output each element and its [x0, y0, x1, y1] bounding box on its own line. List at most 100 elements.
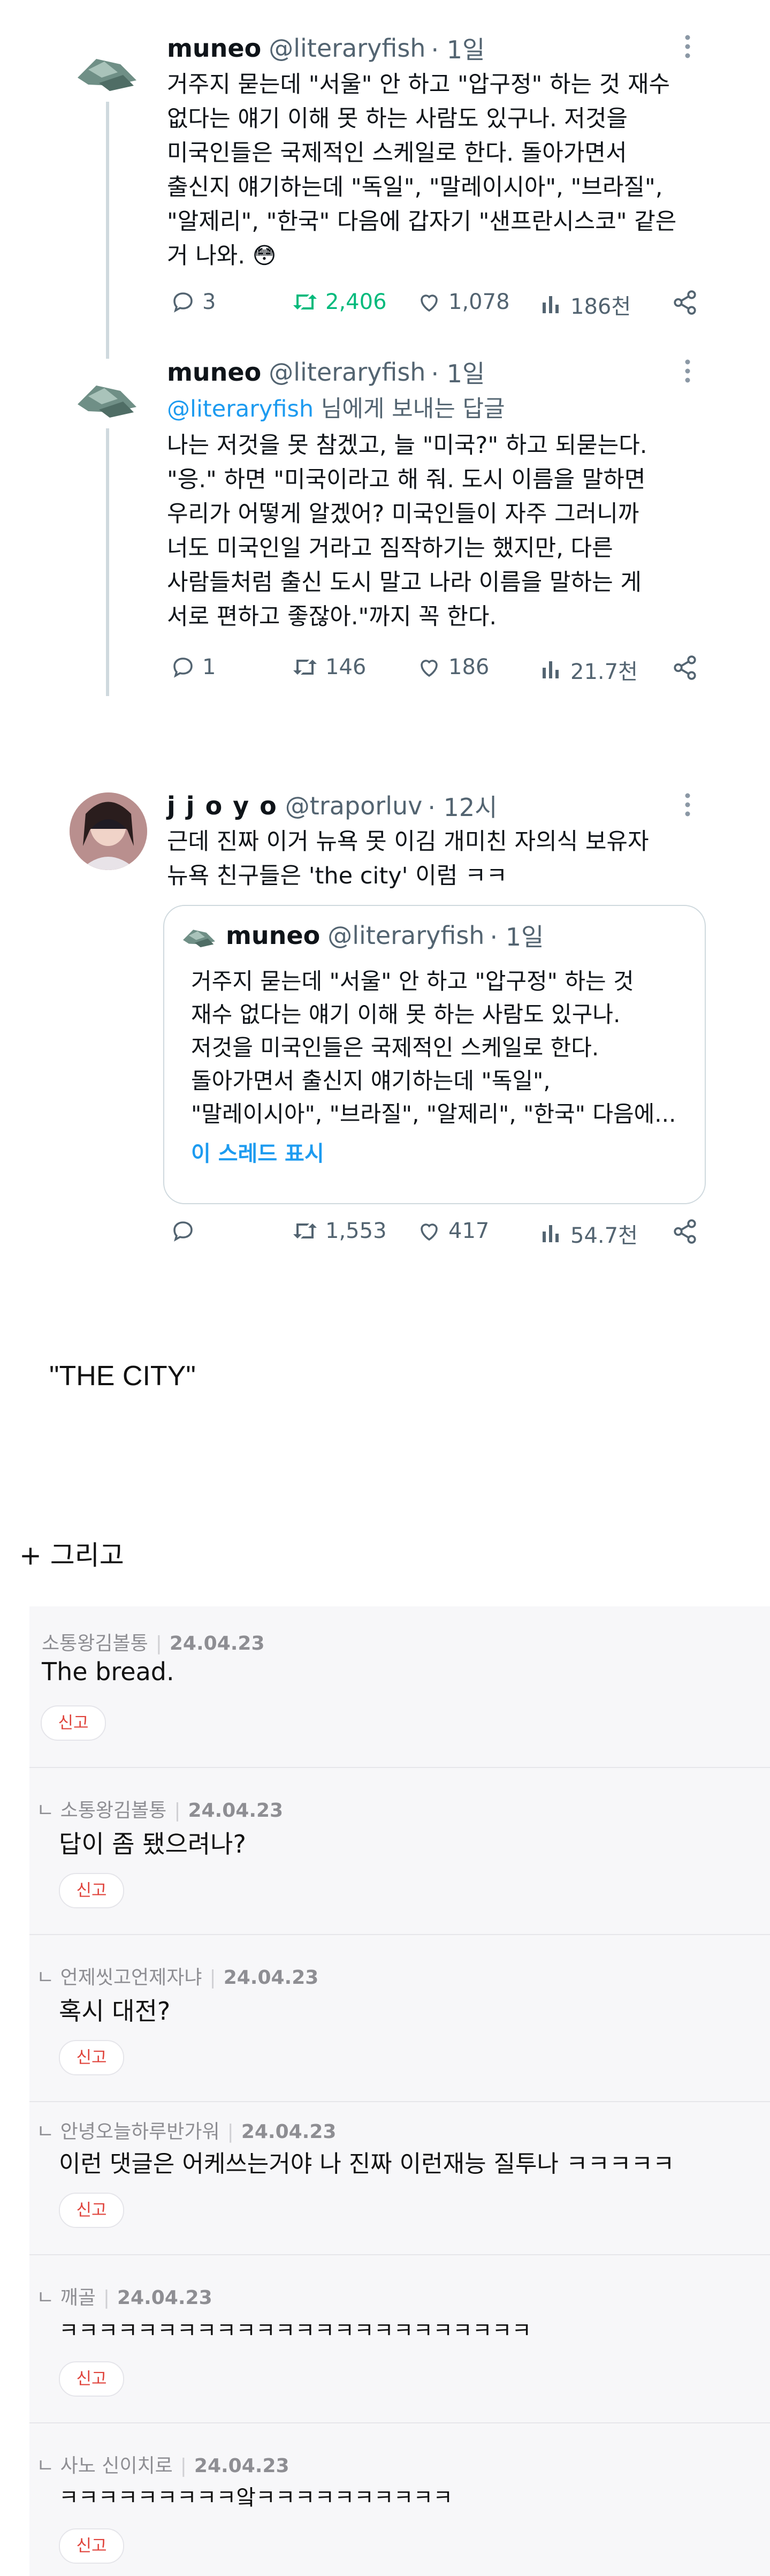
- comment-date: 24.04.23: [223, 1967, 319, 1989]
- comment-prefix: ㄴ: [36, 1967, 60, 1989]
- report-button[interactable]: 신고: [59, 2528, 124, 2564]
- avatar[interactable]: [72, 43, 142, 102]
- retweet-icon: [293, 294, 317, 309]
- report-button[interactable]: 신고: [59, 2361, 124, 2397]
- comment-prefix: ㄴ: [36, 1800, 60, 1822]
- views-button[interactable]: 54.7천: [540, 1218, 638, 1249]
- retweet-count: 2,406: [325, 290, 387, 314]
- like-button[interactable]: 417: [416, 1218, 489, 1244]
- divider: [29, 2254, 770, 2255]
- timestamp[interactable]: · 1일: [431, 31, 485, 66]
- bar-chart-icon: [543, 1225, 559, 1242]
- comment-meta: 소통왕김볼통 | 24.04.23: [42, 1633, 265, 1655]
- retweet-button[interactable]: 1,553: [291, 1218, 387, 1244]
- comment-text: 답이 좀 됐으려나?: [59, 1830, 246, 1859]
- reply-button[interactable]: 3: [170, 289, 216, 315]
- quoted-text: 거주지 묻는데 "서울" 안 하고 "압구정" 하는 것 재수 없다는 얘기 이…: [191, 968, 676, 1127]
- caption-and: + 그리고: [19, 1540, 124, 1571]
- comment-user[interactable]: 언제씻고언제자냐: [60, 1967, 202, 1989]
- views-button[interactable]: 21.7천: [540, 654, 638, 685]
- thread-line: [106, 428, 109, 696]
- quoted-tweet[interactable]: muneo @literaryfish · 1일 거주지 묻는데 "서울" 안 …: [163, 905, 706, 1204]
- report-button[interactable]: 신고: [59, 2040, 124, 2075]
- more-options-icon[interactable]: [685, 358, 690, 390]
- like-button[interactable]: 1,078: [416, 289, 510, 315]
- share-button[interactable]: [672, 289, 698, 318]
- avatar[interactable]: [70, 792, 147, 870]
- author-handle[interactable]: @literaryfish: [269, 34, 425, 63]
- comment-text: 이런 댓글은 어케쓰는거야 나 진짜 이런재능 질투나 ㅋㅋㅋㅋㅋ: [59, 2150, 675, 2178]
- comment-meta: ㄴ 안녕오늘하루반가워 | 24.04.23: [36, 2121, 337, 2143]
- quoted-header: muneo @literaryfish · 1일: [226, 918, 544, 953]
- quoted-avatar: [178, 921, 220, 953]
- bar-chart-icon: [543, 296, 559, 313]
- views-count: 54.7천: [570, 1223, 638, 1248]
- like-count: 1,078: [448, 290, 510, 314]
- tweet-header: muneo @literaryfish · 1일: [167, 353, 485, 391]
- retweet-button[interactable]: 2,406: [291, 289, 387, 315]
- reply-button[interactable]: [170, 1218, 202, 1244]
- comment-user[interactable]: 안녕오늘하루반가워: [60, 2121, 220, 2143]
- avatar[interactable]: [72, 369, 142, 428]
- report-button[interactable]: 신고: [41, 1705, 106, 1741]
- comment-user[interactable]: 깨골: [60, 2287, 96, 2309]
- comment-text: 혹시 대전?: [59, 1997, 171, 2026]
- divider: [29, 2422, 770, 2423]
- author-name[interactable]: j j o y o: [167, 791, 278, 820]
- share-button[interactable]: [672, 1218, 698, 1247]
- retweet-button[interactable]: 146: [291, 654, 366, 680]
- timestamp[interactable]: · 1일: [431, 354, 485, 390]
- report-button[interactable]: 신고: [59, 2193, 124, 2228]
- report-button[interactable]: 신고: [59, 1873, 124, 1908]
- reply-count: 1: [202, 655, 216, 679]
- tweet-header: muneo @literaryfish · 1일: [167, 29, 485, 67]
- like-count: 417: [448, 1219, 490, 1243]
- share-button[interactable]: [672, 654, 698, 683]
- comment-text: The bread.: [42, 1657, 174, 1686]
- heart-icon: [421, 294, 438, 312]
- comment-meta: ㄴ 소통왕김볼통 | 24.04.23: [36, 1800, 284, 1822]
- comment-date: 24.04.23: [188, 1800, 284, 1822]
- fish-avatar-icon: [78, 59, 136, 91]
- timestamp[interactable]: · 12시: [428, 788, 497, 824]
- more-options-icon[interactable]: [685, 33, 690, 65]
- tweet-text: 나는 저것을 못 참겠고, 늘 "미국?" 하고 되묻는다. "응." 하면 "…: [167, 432, 647, 630]
- author-handle[interactable]: @literaryfish: [269, 358, 425, 387]
- comment-section: [29, 1606, 770, 2576]
- divider: [29, 2101, 770, 2102]
- comment-date: 24.04.23: [241, 2121, 337, 2143]
- views-count: 21.7천: [570, 660, 638, 684]
- heart-icon: [421, 1223, 438, 1241]
- author-handle[interactable]: @traporluv: [285, 791, 423, 820]
- retweet-count: 1,553: [325, 1219, 387, 1243]
- comment-user[interactable]: 소통왕김볼통: [60, 1800, 167, 1822]
- thread-line: [106, 102, 109, 359]
- divider: [29, 1767, 770, 1768]
- show-thread-link[interactable]: 이 스레드 표시: [191, 1136, 324, 1167]
- comment-date: 24.04.23: [117, 2287, 212, 2309]
- quoted-author-name: muneo: [226, 921, 321, 950]
- like-button[interactable]: 186: [416, 654, 489, 680]
- heart-icon: [421, 660, 438, 677]
- tweet-text: 거주지 묻는데 "서울" 안 하고 "압구정" 하는 것 재수 없다는 얘기 이…: [167, 71, 677, 269]
- share-icon: [674, 655, 696, 680]
- more-options-icon[interactable]: [685, 791, 690, 824]
- reply-button[interactable]: 1: [170, 654, 216, 680]
- comment-meta: ㄴ 깨골 | 24.04.23: [36, 2287, 212, 2309]
- views-button[interactable]: 186천: [540, 289, 631, 320]
- views-count: 186천: [570, 294, 631, 319]
- retweet-count: 146: [325, 655, 367, 679]
- comment-text: ㅋㅋㅋㅋㅋㅋㅋㅋㅋㅋㅋㅋㅋㅋㅋㅋㅋㅋㅋㅋㅋㅋㅋㅋ: [59, 2318, 532, 2343]
- author-name[interactable]: muneo: [167, 358, 261, 387]
- comment-prefix: ㄴ: [36, 2287, 60, 2309]
- reply-to-link[interactable]: @literaryfish: [167, 396, 314, 422]
- reply-to-suffix: 님에게 보내는 답글: [314, 396, 505, 422]
- share-icon: [674, 290, 696, 315]
- share-icon: [674, 1219, 696, 1244]
- bar-chart-icon: [543, 661, 559, 678]
- comment-user[interactable]: 사노 신이치로: [60, 2455, 173, 2477]
- quoted-timestamp: · 1일: [490, 923, 544, 951]
- author-name[interactable]: muneo: [167, 34, 261, 63]
- comment-user[interactable]: 소통왕김볼통: [42, 1633, 148, 1655]
- reply-icon: [173, 292, 193, 313]
